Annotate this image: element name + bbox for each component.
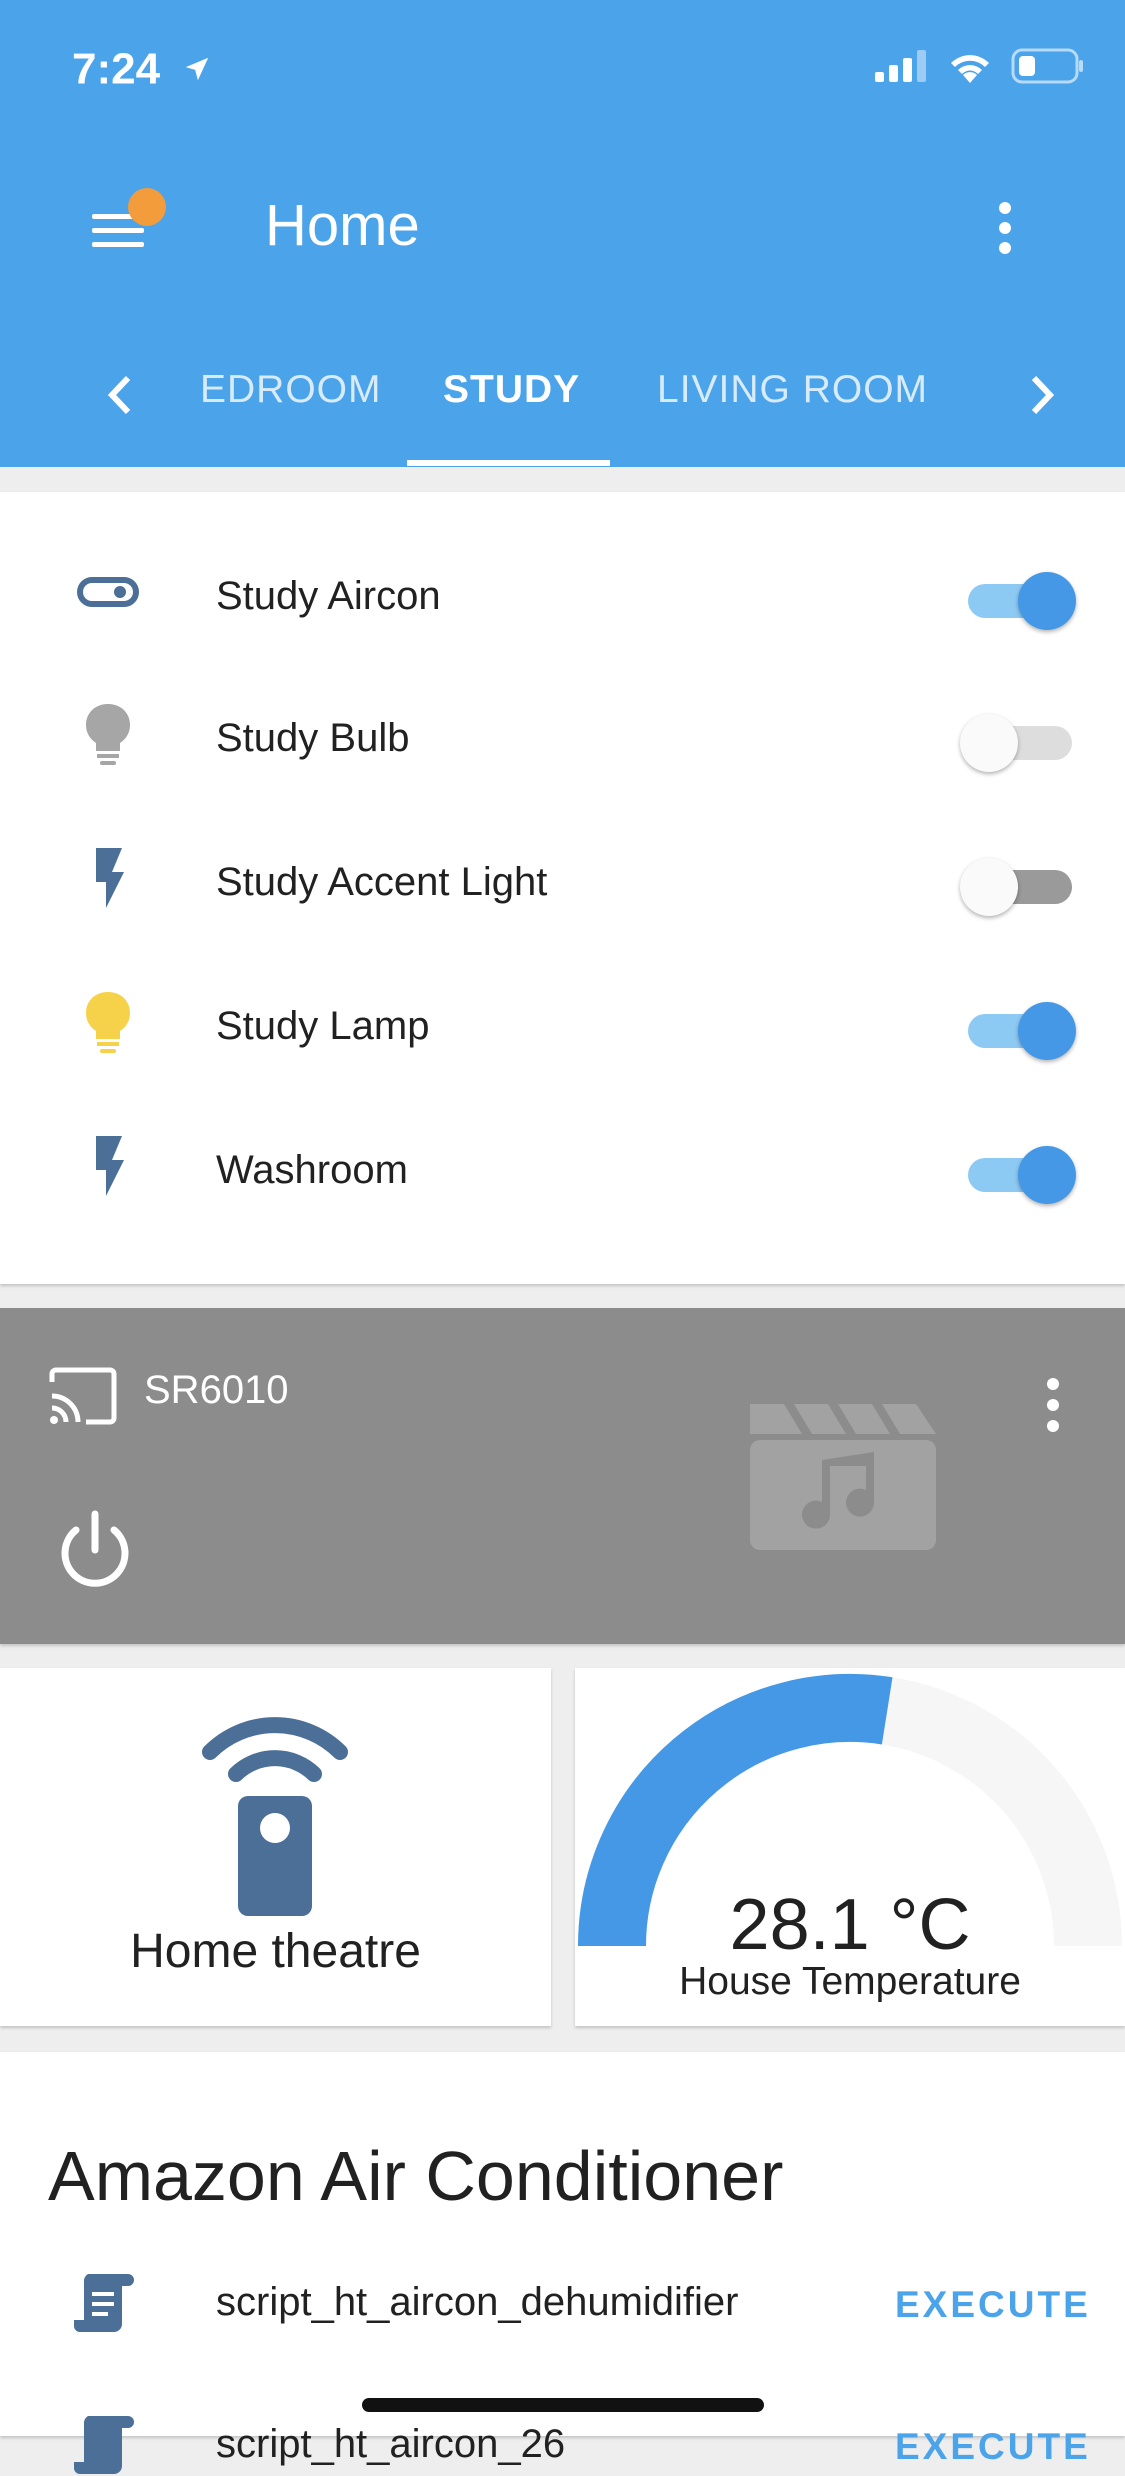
- media-player-name: SR6010: [144, 1368, 289, 1412]
- tab-bedroom[interactable]: EDROOM: [200, 368, 382, 412]
- app-header: 7:24 Home EDROOM STUDY LIVING ROOM: [0, 0, 1125, 467]
- card-title: Amazon Air Conditioner: [48, 2137, 784, 2215]
- remote-icon: [202, 1717, 348, 1916]
- home-theatre-label: Home theatre: [130, 1925, 421, 1978]
- temperature-label: House Temperature: [679, 1960, 1021, 2003]
- entity-label: Study Bulb: [216, 716, 410, 760]
- study-bulb-toggle[interactable]: [960, 712, 1078, 772]
- home-indicator: [362, 2398, 764, 2412]
- entity-label: Study Lamp: [216, 1004, 430, 1048]
- status-icons: [875, 48, 1085, 84]
- status-time: 7:24: [72, 42, 212, 94]
- air-conditioner-card: Amazon Air Conditioner script_ht_aircon_…: [0, 2052, 1125, 2474]
- entity-label: Study Aircon: [216, 574, 441, 618]
- bulb-icon: [70, 696, 146, 772]
- script-name: script_ht_aircon_26: [216, 2422, 566, 2466]
- toggle-switch-icon: [70, 554, 146, 630]
- temperature-gauge-card[interactable]: 28.1 °C House Temperature: [575, 1668, 1125, 2026]
- tab-scroll-left-icon[interactable]: [100, 370, 140, 420]
- battery-icon: [1011, 48, 1083, 84]
- flash-icon: [70, 840, 146, 916]
- wifi-icon: [951, 55, 989, 83]
- location-arrow-icon: [186, 58, 209, 81]
- study-aircon-toggle[interactable]: [960, 570, 1078, 630]
- home-theatre-card[interactable]: Home theatre: [0, 1668, 551, 2026]
- media-more-options-icon[interactable]: [1040, 1376, 1066, 1434]
- flash-icon: [70, 1128, 146, 1204]
- execute-button[interactable]: EXECUTE: [895, 2426, 1091, 2468]
- power-icon[interactable]: [52, 1508, 138, 1594]
- cellular-signal-icon: [875, 50, 926, 82]
- notification-badge: [128, 188, 166, 226]
- media-player-card: SR6010: [0, 1308, 1125, 1644]
- temperature-value: 28.1 °C: [729, 1885, 971, 1965]
- washroom-toggle[interactable]: [960, 1144, 1078, 1204]
- entity-label: Study Accent Light: [216, 860, 548, 904]
- tab-living-room[interactable]: LIVING ROOM: [657, 368, 928, 412]
- active-tab-indicator: [407, 460, 610, 466]
- study-lamp-toggle[interactable]: [960, 1000, 1078, 1060]
- entities-card: Study Aircon Study Bulb Study Accent Lig…: [0, 492, 1125, 1284]
- script-icon: [74, 2416, 134, 2474]
- script-icon: [74, 2274, 134, 2332]
- media-placeholder-icon: [750, 1404, 936, 1550]
- more-options-icon[interactable]: [990, 200, 1020, 260]
- cast-icon: [49, 1367, 117, 1425]
- tab-study[interactable]: STUDY: [443, 368, 580, 412]
- study-accent-light-toggle[interactable]: [960, 856, 1078, 916]
- tab-scroll-right-icon[interactable]: [1022, 370, 1062, 420]
- execute-button[interactable]: EXECUTE: [895, 2284, 1091, 2326]
- page-title: Home: [265, 193, 420, 258]
- script-name: script_ht_aircon_dehumidifier: [216, 2280, 739, 2324]
- entity-label: Washroom: [216, 1148, 408, 1192]
- bulb-icon: [70, 984, 146, 1060]
